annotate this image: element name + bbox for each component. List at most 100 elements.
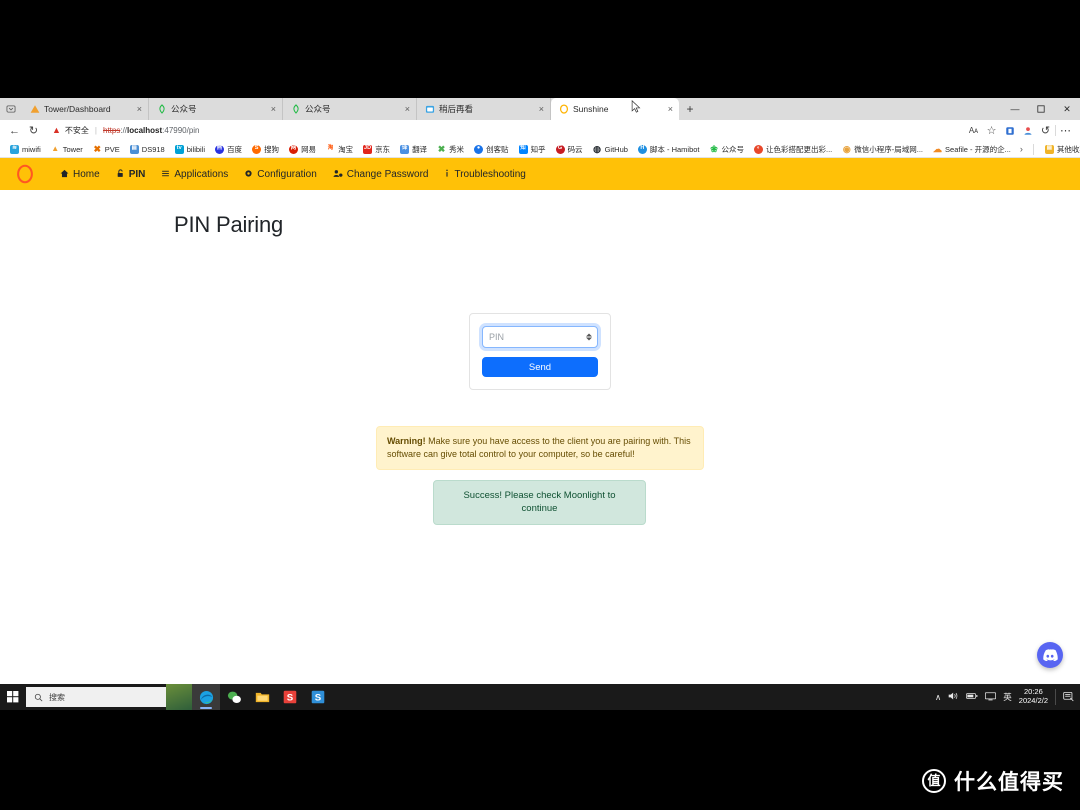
- bookmark-item[interactable]: G 码云: [551, 144, 588, 155]
- spinner-up-arrow-icon[interactable]: [586, 333, 592, 337]
- spinner-down-arrow-icon[interactable]: [586, 337, 592, 341]
- taskbar-app-file-explorer[interactable]: [248, 684, 276, 710]
- bookmark-label: 淘宝: [338, 144, 354, 154]
- user-gear-icon: [333, 169, 343, 180]
- pin-input[interactable]: [482, 326, 598, 348]
- new-tab-button[interactable]: +: [679, 98, 701, 120]
- profile-avatar-icon[interactable]: [1019, 122, 1036, 139]
- bookmark-item[interactable]: ✖ 秀米: [432, 144, 469, 155]
- wechat-icon: [227, 691, 241, 703]
- discord-button[interactable]: [1037, 642, 1063, 668]
- sunshine-icon: [559, 104, 569, 114]
- svg-text:S: S: [315, 693, 322, 704]
- taskbar-clock[interactable]: 20:26 2024/2/2: [1019, 688, 1048, 705]
- discord-icon: [1043, 649, 1058, 661]
- nav-item-change-password[interactable]: Change Password: [325, 169, 437, 180]
- nav-item-configuration[interactable]: Configuration: [236, 169, 324, 180]
- pin-form-card: Send: [469, 313, 611, 390]
- tab-close-icon[interactable]: ×: [399, 104, 410, 114]
- tab-close-icon[interactable]: ×: [131, 104, 142, 114]
- tab-close-icon[interactable]: ×: [662, 104, 673, 114]
- bookmark-item[interactable]: ◐ 让色彩搭配更出彩...: [749, 144, 837, 155]
- bookmark-item[interactable]: ☁ Seafile - 开源的企...: [928, 144, 1016, 155]
- reload-button[interactable]: ↻: [25, 122, 42, 139]
- taskbar-search[interactable]: 搜索: [26, 687, 166, 707]
- send-button[interactable]: Send: [482, 357, 598, 377]
- volume-icon[interactable]: [948, 691, 959, 703]
- bookmark-item[interactable]: ❀ 公众号: [705, 144, 750, 155]
- bookmark-item[interactable]: ▲ Tower: [46, 145, 88, 154]
- screen: Tower/Dashboard × 公众号 × 公众号 × 稍后再看 × Sun…: [0, 0, 1080, 810]
- not-secure-warning-icon: ▲: [52, 125, 61, 135]
- proxmox-icon: ✖: [93, 143, 102, 154]
- bilibili-icon: tv: [174, 144, 184, 154]
- minimize-button[interactable]: —: [1002, 98, 1028, 120]
- success-alert: Success! Please check Moonlight to conti…: [433, 480, 646, 525]
- history-icon[interactable]: ↺: [1037, 122, 1054, 139]
- read-aloud-icon[interactable]: Aᴀ: [965, 122, 982, 139]
- bookmark-item[interactable]: ◉ 微信小程序-局域网...: [837, 144, 928, 155]
- other-favorites-button[interactable]: ▤ 其他收藏夹: [1040, 144, 1080, 155]
- nav-item-pin[interactable]: PIN: [108, 169, 154, 180]
- browser-tab-2[interactable]: 公众号 ×: [283, 98, 417, 120]
- tab-strip: Tower/Dashboard × 公众号 × 公众号 × 稍后再看 × Sun…: [0, 98, 1080, 120]
- bookmark-label: bilibili: [186, 144, 206, 154]
- bookmark-item[interactable]: ✖ PVE: [88, 143, 125, 154]
- bookmark-item[interactable]: 译翻译: [395, 144, 432, 155]
- app-navbar: Home PIN Applications Configuration Chan…: [0, 158, 1080, 190]
- maximize-button[interactable]: [1028, 98, 1054, 120]
- close-button[interactable]: ✕: [1054, 98, 1080, 120]
- taskbar-widget-preview[interactable]: [166, 684, 192, 710]
- tab-close-icon[interactable]: ×: [533, 104, 544, 114]
- bookmark-item[interactable]: 熊百度: [210, 144, 247, 155]
- lock-icon: [116, 168, 125, 180]
- bookmark-item[interactable]: H 脚本 - Hamibot: [633, 144, 705, 155]
- jd-icon: JD: [363, 144, 373, 154]
- start-button[interactable]: [0, 684, 26, 710]
- bookmark-item[interactable]: 网网易: [284, 144, 321, 155]
- bookmark-item[interactable]: ● 创客贴: [469, 144, 514, 155]
- bookmark-item[interactable]: ◍ GitHub: [588, 144, 633, 154]
- collections-icon[interactable]: [1001, 122, 1018, 139]
- bookmark-item[interactable]: ▤ DS918: [125, 144, 170, 154]
- watermark-badge: 值: [922, 769, 946, 793]
- browser-tab-1[interactable]: 公众号 ×: [149, 98, 283, 120]
- taskbar-app-snipaste-red[interactable]: S: [276, 684, 304, 710]
- nav-item-troubleshooting[interactable]: Troubleshooting: [436, 169, 533, 180]
- bookmark-item[interactable]: 淘淘宝: [321, 144, 358, 155]
- network-icon[interactable]: [985, 691, 997, 703]
- favorite-star-icon[interactable]: ☆: [983, 122, 1000, 139]
- notification-icon[interactable]: [1063, 691, 1074, 704]
- bookmark-item[interactable]: JD 京东: [358, 144, 395, 155]
- sunshine-logo[interactable]: [10, 161, 40, 187]
- nav-item-applications[interactable]: Applications: [153, 169, 236, 180]
- gear-icon: [244, 169, 253, 180]
- taskbar-app-edge[interactable]: [192, 684, 220, 710]
- number-spinner[interactable]: [586, 333, 592, 341]
- browser-tab-4-active[interactable]: Sunshine ×: [551, 98, 679, 120]
- ime-indicator[interactable]: 英: [1003, 691, 1012, 703]
- browser-tab-3[interactable]: 稍后再看 ×: [417, 98, 551, 120]
- tab-close-icon[interactable]: ×: [265, 104, 276, 114]
- taskbar-app-wechat[interactable]: [220, 684, 248, 710]
- maximize-icon: [1037, 105, 1045, 113]
- address-bar[interactable]: ▲ 不安全 | https://localhost:47990/pin: [44, 123, 963, 139]
- nav-item-home[interactable]: Home: [52, 169, 108, 180]
- bookmark-label: miwifi: [22, 144, 41, 154]
- bookmark-item[interactable]: S 搜狗: [247, 144, 284, 155]
- tab-actions-icon[interactable]: [0, 98, 22, 120]
- tab-title: 公众号: [305, 104, 331, 114]
- url-text: https://localhost:47990/pin: [103, 126, 200, 135]
- settings-menu-icon[interactable]: ⋯: [1057, 122, 1074, 139]
- battery-icon[interactable]: [966, 692, 978, 702]
- taskbar-app-snipaste-blue[interactable]: S: [304, 684, 332, 710]
- back-button[interactable]: ←: [6, 122, 23, 139]
- profile-glyph: [1024, 126, 1031, 135]
- nav-label: Home: [73, 168, 100, 180]
- bookmark-item[interactable]: tv bilibili: [170, 144, 210, 154]
- bookmark-item[interactable]: 知知乎: [514, 144, 551, 155]
- tray-chevron-icon[interactable]: ∧: [935, 692, 941, 703]
- browser-tab-0[interactable]: Tower/Dashboard ×: [22, 98, 149, 120]
- bookmark-item[interactable]: ≋ miwifi: [5, 144, 46, 154]
- bookmarks-overflow-chevron[interactable]: ›: [1016, 144, 1027, 154]
